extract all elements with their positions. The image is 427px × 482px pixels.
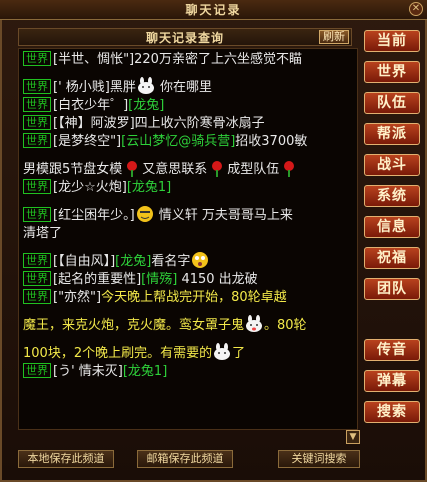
sender-name[interactable]: [半世、惆怅"] [53,52,134,67]
message-text: 招收3700敏 [235,134,308,149]
sender-name[interactable]: [【自由风】] [53,254,115,269]
chat-message: 世界 ["亦然"]今天晚上帮战完开始，80轮卓越 [23,289,355,307]
bottom-bar: 本地保存此频道 邮箱保存此频道 关键词搜索 [0,448,427,482]
channel-tag-world[interactable]: 世界 [23,179,51,194]
tab-blessing[interactable]: 祝福 [364,247,420,269]
tab-system[interactable]: 系统 [364,185,420,207]
message-text: 清塔了 [23,226,63,241]
channel-tag-world[interactable]: 世界 [23,51,51,66]
message-text: 又意思联系 [142,162,208,177]
message-text: 成型队伍 [227,162,280,177]
tab-current[interactable]: 当前 [364,30,420,52]
chat-message: 世界 [う' 情未灭][龙兔1] [23,363,355,381]
guild-name[interactable]: [龙兔] [128,98,164,113]
channel-tag-world[interactable]: 世界 [23,115,51,130]
guild-name[interactable]: [龙兔1] [123,364,167,379]
query-header: 聊天记录查询 刷新 [18,28,352,46]
chat-message-continuation: 魔王，来克火炮，克火魔。鸾女罩子鬼 。80轮 [23,315,355,335]
rose-icon [212,161,223,177]
save-mail-button[interactable]: 邮箱保存此频道 [137,450,233,468]
rose-icon [127,161,138,177]
sender-name[interactable]: [是梦终空"] [53,134,121,149]
channel-tag-world[interactable]: 世界 [23,363,51,378]
guild-name[interactable]: [龙兔1] [127,180,171,195]
message-text: 看名字 [151,254,191,269]
bunny-emoji-icon [214,343,231,360]
sender-name[interactable]: [う' 情未灭] [53,364,123,379]
sender-name[interactable]: [龙少☆火炮] [53,180,127,195]
chat-message: 世界 [' 杨小贱]黑胖 你在哪里 [23,77,355,97]
chat-message: 世界 [起名的重要性][情殇] 4150 出龙破 [23,271,355,289]
channel-tag-world[interactable]: 世界 [23,207,51,222]
message-text: 4150 出龙破 [181,272,258,287]
message-text: 魔王，来克火炮，克火魔。鸾女罩子鬼 [23,318,245,333]
chat-log[interactable]: 世界 [半世、惆怅"]220万亲密了上六坐感觉不瞄 世界 [' 杨小贱]黑胖 你在哪… [18,48,358,430]
surprised-emoji-icon [192,252,209,268]
channel-tag-world[interactable]: 世界 [23,271,51,286]
sender-name[interactable]: [白衣少年゜] [53,98,128,113]
channel-tag-world[interactable]: 世界 [23,289,51,304]
channel-tag-world[interactable]: 世界 [23,97,51,112]
tab-broadcast[interactable]: 传音 [364,339,420,361]
keyword-search-button[interactable]: 关键词搜索 [278,450,360,468]
tab-battle[interactable]: 战斗 [364,154,420,176]
refresh-button[interactable]: 刷新 [319,30,349,44]
sender-name[interactable]: [起名的重要性] [53,272,141,287]
chat-message: 世界 [半世、惆怅"]220万亲密了上六坐感觉不瞄 [23,51,355,69]
chat-message: 世界 [红尘困年少。] 情义轩 万夫哥哥马上来 [23,205,355,225]
chat-message-continuation: 清塔了 [23,225,355,243]
message-text: 今天晚上帮战完开始，80轮卓越 [101,290,287,305]
sender-name[interactable]: ["亦然"] [53,290,101,305]
sender-name[interactable]: [【神】阿波罗] [53,116,135,131]
rose-icon [284,161,295,177]
bunny-emoji-icon [246,315,263,332]
tab-info[interactable]: 信息 [364,216,420,238]
bunny-emoji-icon [137,77,154,94]
sender-name[interactable]: [红尘困年少。] [53,208,135,223]
message-text: 男模跟5节盘女模 [23,162,123,177]
close-icon[interactable]: ✕ [409,2,423,16]
query-title: 聊天记录查询 [145,30,224,45]
channel-tag-world[interactable]: 世界 [23,253,51,268]
chat-message: 世界 [【神】阿波罗]四上收六阶寒骨冰扇子 [23,115,355,133]
save-local-button[interactable]: 本地保存此频道 [18,450,114,468]
tab-guild[interactable]: 帮派 [364,123,420,145]
message-text: 四上收六阶寒骨冰扇子 [134,116,265,131]
tab-world[interactable]: 世界 [364,61,420,83]
message-text: 100块，2个晚上刷完。有需要的 [23,346,213,361]
message-text: 了 [232,346,246,361]
message-text: 黑胖 [109,80,136,95]
window-title: 聊天记录 [185,3,242,17]
search-button[interactable]: 搜索 [364,401,420,423]
message-text: 220万亲密了上六坐感觉不瞄 [134,52,302,67]
message-text: 。80轮 [264,318,307,333]
guild-name[interactable]: [情殇] [141,272,177,287]
tab-danmaku[interactable]: 弹幕 [364,370,420,392]
chat-message: 世界 [龙少☆火炮][龙兔1] [23,179,355,197]
tab-group[interactable]: 团队 [364,278,420,300]
message-text-end: 你在哪里 [160,80,213,95]
tab-team[interactable]: 队伍 [364,92,420,114]
chat-message: 世界 [白衣少年゜][龙兔] [23,97,355,115]
chat-message: 世界 [【自由风】][龙兔]看名字 [23,251,355,271]
guild-name[interactable]: [龙兔] [115,254,151,269]
chat-message-continuation: 100块，2个晚上刷完。有需要的 了 [23,343,355,363]
chat-message: 世界 [是梦终空"][云山梦忆@骑兵营]招收3700敏 [23,133,355,151]
channel-tag-world[interactable]: 世界 [23,133,51,148]
chat-message-continuation: 男模跟5节盘女模 又意思联系 成型队伍 [23,159,355,179]
title-bar: 聊天记录 ✕ [0,0,427,20]
sender-name[interactable]: [' 杨小贱] [53,80,110,95]
scroll-down-icon[interactable]: ▼ [346,430,360,444]
guild-name[interactable]: [云山梦忆@骑兵营] [121,134,235,149]
message-text: 情义轩 万夫哥哥马上来 [158,208,293,223]
smiley-emoji-icon [136,206,153,222]
channel-tag-world[interactable]: 世界 [23,79,51,94]
